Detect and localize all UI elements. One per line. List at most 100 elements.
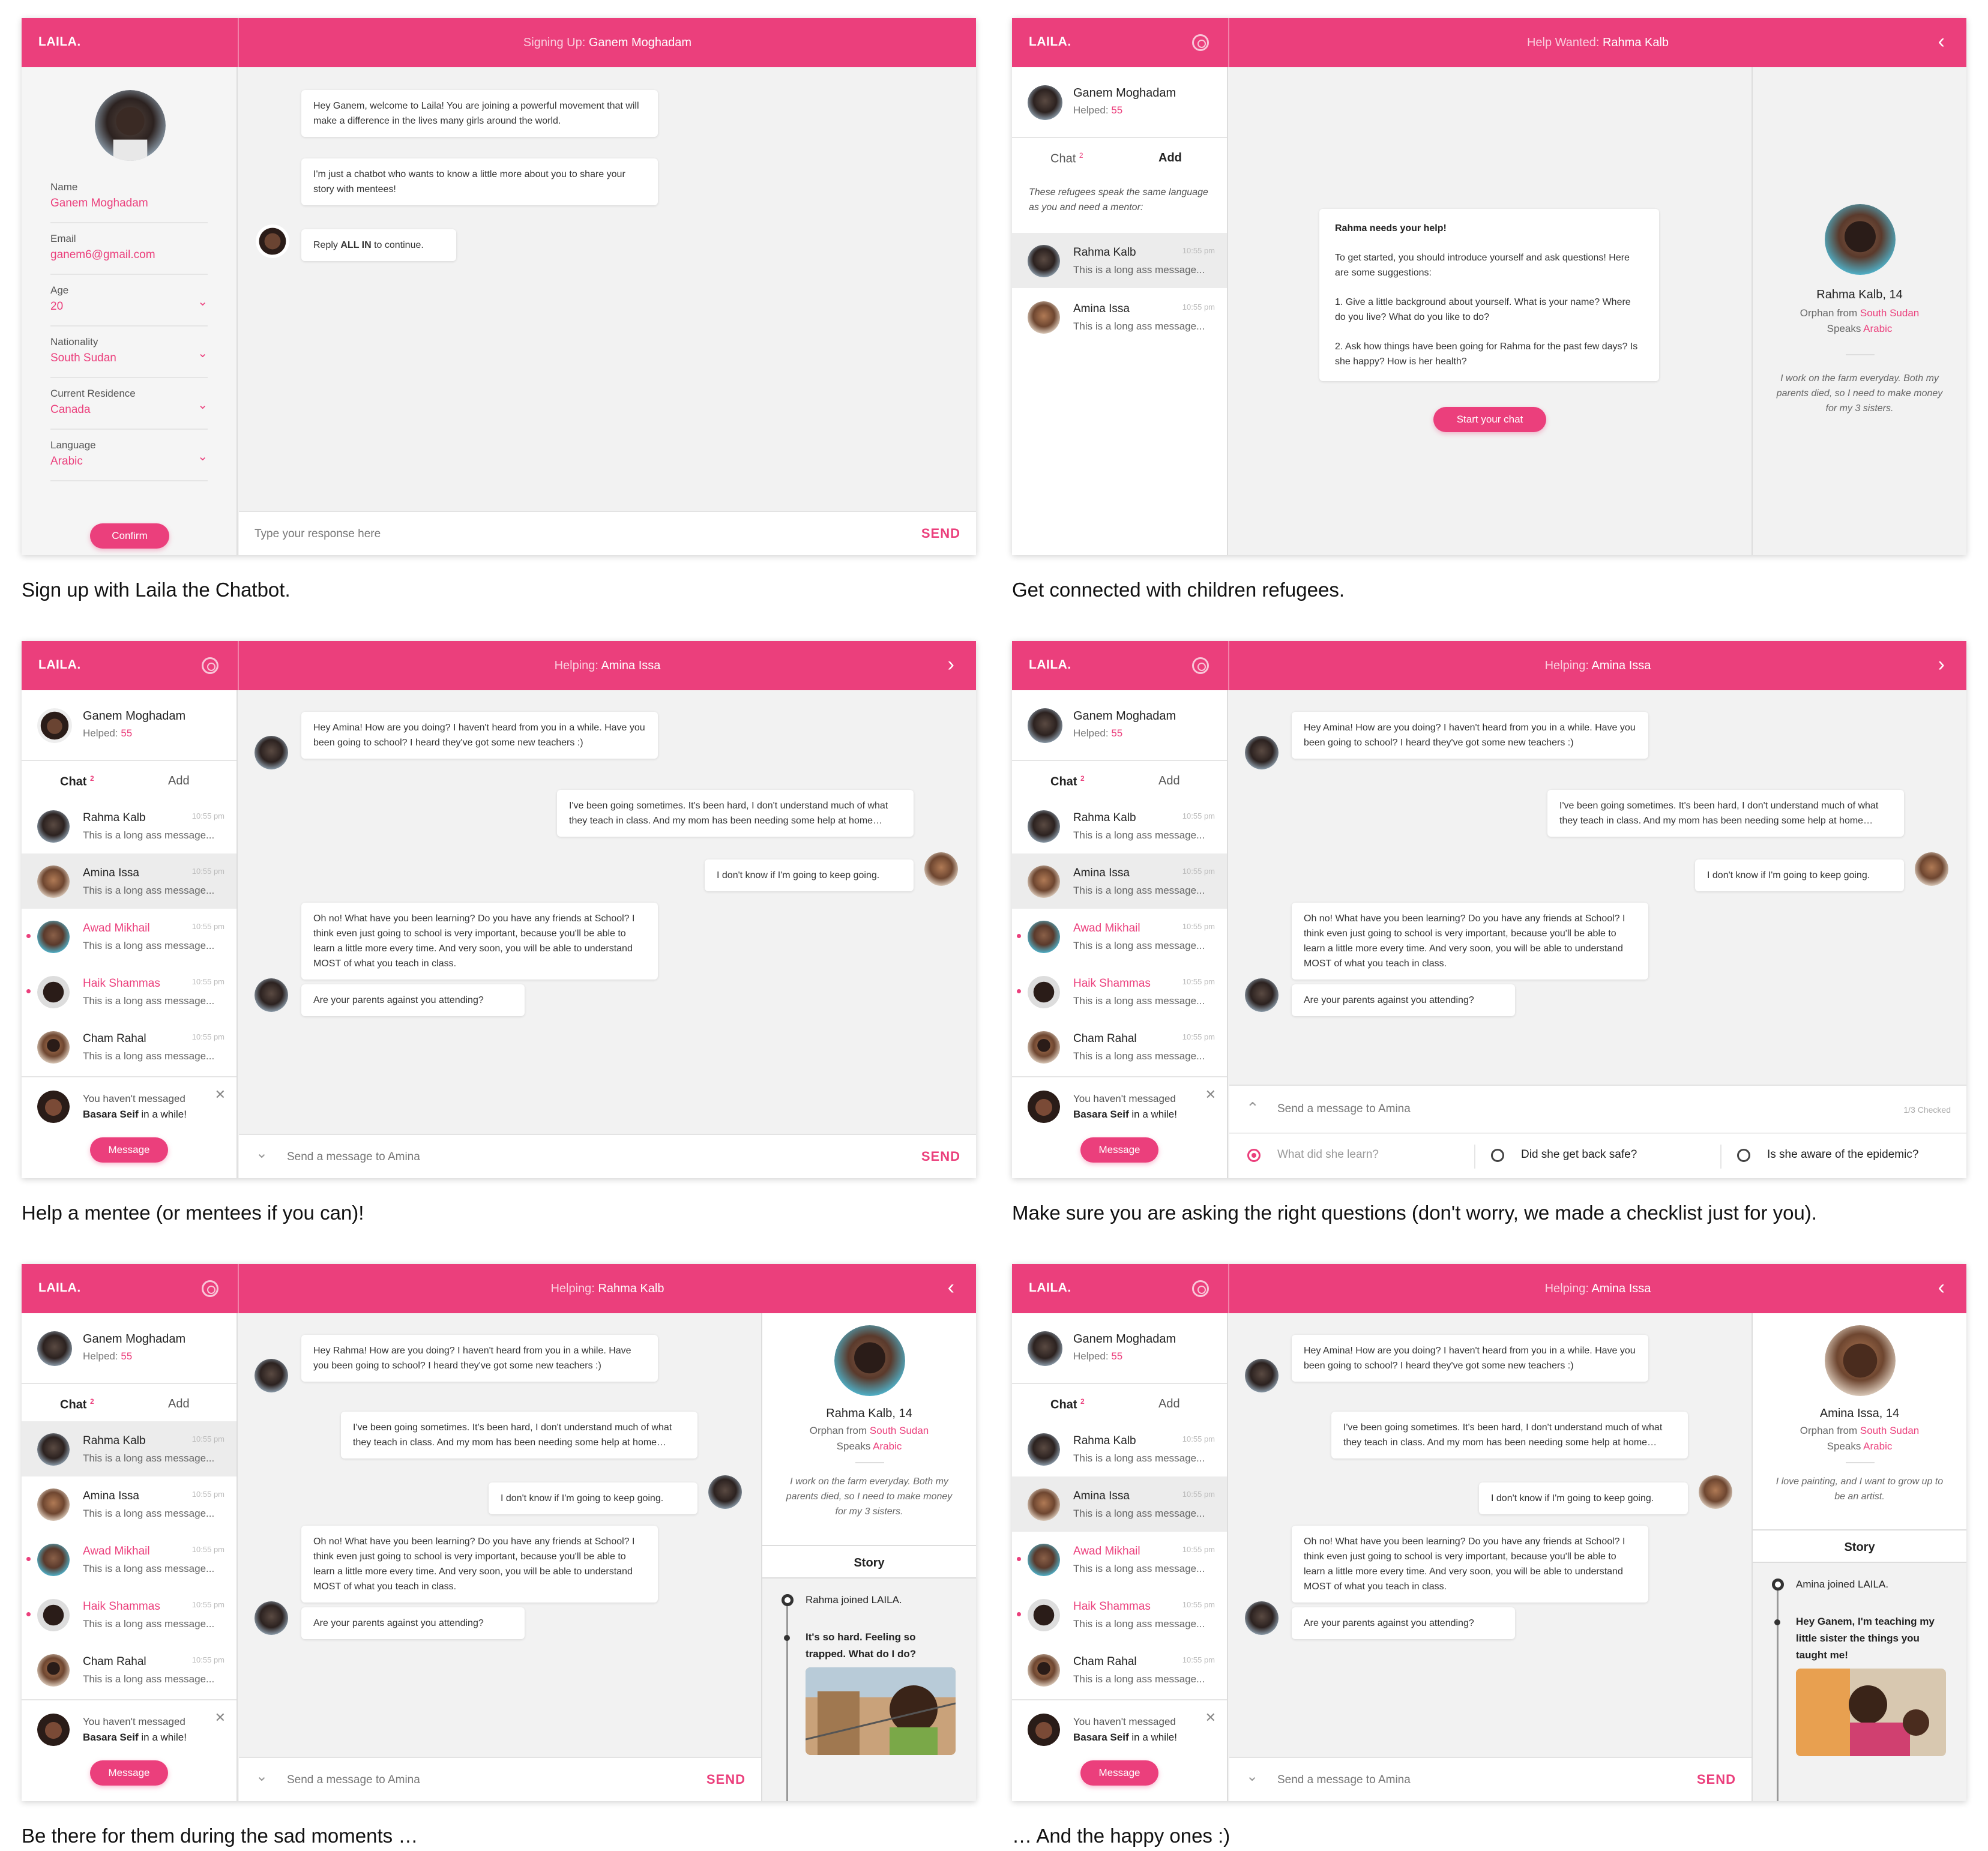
my-profile[interactable]: Ganem Moghadam Helped: 55	[22, 1313, 236, 1384]
send-button[interactable]: SEND	[1697, 1772, 1736, 1787]
my-profile[interactable]: Ganem Moghadam Helped: 55	[1012, 690, 1227, 761]
message-button[interactable]: Message	[90, 1137, 168, 1163]
gear-icon[interactable]	[1192, 657, 1209, 674]
chevron-right-icon[interactable]: ›	[948, 654, 954, 675]
nationality-select[interactable]: Nationality South Sudan ⌄	[50, 336, 208, 378]
age-select[interactable]: Age 20 ⌄	[50, 284, 208, 327]
conv-rahma[interactable]: Rahma Kalb 10:55 pm This is a long ass mes…	[22, 1421, 236, 1476]
chevron-up-icon[interactable]: ⌃	[1246, 1099, 1259, 1118]
conv-rahma[interactable]: Rahma Kalb 10:55 pm This is a long ass m…	[1012, 233, 1227, 288]
check-learned-radio[interactable]	[1247, 1149, 1261, 1162]
my-profile[interactable]: Ganem Moghadam Helped: 55	[1012, 67, 1227, 138]
conv-rahma[interactable]: Rahma Kalb 10:55 pm This is a long ass mes…	[1012, 798, 1227, 853]
conv-cham[interactable]: Cham Rahal 10:55 pm This is a long ass mes…	[1012, 1019, 1227, 1074]
conv-amina[interactable]: Amina Issa 10:55 pm This is a long ass m…	[1012, 289, 1227, 345]
message-input[interactable]: ⌃ Send a message to Amina 1/3 Checked	[1229, 1086, 1966, 1134]
mentee-origin: Orphan from South Sudan	[1800, 307, 1920, 319]
message-input[interactable]: ⌄ Send a message to Amina SEND	[1229, 1757, 1752, 1801]
chevron-right-icon[interactable]: ›	[1938, 654, 1945, 675]
message-button[interactable]: Message	[90, 1760, 168, 1786]
start-chat-button[interactable]: Start your chat	[1433, 407, 1546, 432]
conv-haik[interactable]: Haik Shammas 10:55 pm This is a long ass m…	[1012, 964, 1227, 1019]
conv-awad[interactable]: Awad Mikhail 10:55 pm This is a long ass m…	[22, 909, 236, 964]
avatar	[1028, 245, 1060, 277]
avatar	[37, 1091, 70, 1123]
check-epidemic-radio[interactable]	[1737, 1149, 1750, 1162]
tab-chat[interactable]: Chat 2	[1050, 1397, 1085, 1412]
avatar	[37, 976, 70, 1008]
residence-select[interactable]: Current Residence Canada ⌄	[50, 388, 208, 430]
conv-cham[interactable]: Cham Rahal 10:55 pm This is a long ass mes…	[22, 1642, 236, 1697]
tab-add[interactable]: Add	[1158, 151, 1182, 165]
conv-haik[interactable]: Haik Shammas 10:55 pm This is a long ass m…	[22, 964, 236, 1019]
chevron-left-icon[interactable]: ‹	[948, 1277, 954, 1298]
mentee-language: Speaks Arabic	[1827, 323, 1893, 334]
chevron-down-icon[interactable]: ⌄	[256, 1145, 268, 1162]
conv-name: Rahma Kalb	[83, 811, 146, 824]
tab-add[interactable]: Add	[1158, 774, 1180, 788]
conv-rahma[interactable]: Rahma Kalb 10:55 pm This is a long ass mes…	[22, 798, 236, 853]
conv-amina[interactable]: Amina Issa 10:55 pm This is a long ass mes…	[1012, 853, 1227, 909]
send-button[interactable]: SEND	[921, 1149, 960, 1164]
helped-count: Helped: 55	[83, 727, 133, 739]
message-input[interactable]: ⌄ Send a message to Amina SEND	[239, 1134, 976, 1178]
conv-awad[interactable]: Awad Mikhail 10:55 pm This is a long ass m…	[22, 1532, 236, 1587]
name-field[interactable]: Name Ganem Moghadam	[50, 181, 208, 223]
story-photo[interactable]	[806, 1667, 956, 1755]
conv-cham[interactable]: Cham Rahal 10:55 pm This is a long ass mes…	[1012, 1642, 1227, 1697]
chevron-down-icon[interactable]: ⌄	[256, 1768, 268, 1785]
chevron-left-icon[interactable]: ‹	[1938, 31, 1945, 52]
conv-haik[interactable]: Haik Shammas 10:55 pm This is a long ass m…	[1012, 1587, 1227, 1642]
mentee-name: Amina Issa, 14	[1819, 1407, 1900, 1420]
tab-chat[interactable]: Chat 2	[60, 1397, 94, 1412]
conv-cham[interactable]: Cham Rahal 10:55 pm This is a long ass mes…	[22, 1019, 236, 1074]
close-icon[interactable]: ✕	[1205, 1087, 1216, 1103]
avatar	[37, 921, 70, 953]
conv-rahma[interactable]: Rahma Kalb 10:55 pm This is a long ass mes…	[1012, 1421, 1227, 1476]
send-button[interactable]: SEND	[921, 526, 960, 541]
language-select[interactable]: Language Arabic ⌄	[50, 439, 208, 481]
chevron-left-icon[interactable]: ‹	[1938, 1277, 1945, 1298]
conv-preview: This is a long ass message...	[83, 1618, 215, 1630]
check-safe-radio[interactable]	[1491, 1149, 1504, 1162]
tab-add[interactable]: Add	[168, 774, 190, 788]
close-icon[interactable]: ✕	[215, 1087, 226, 1103]
my-profile[interactable]: Ganem Moghadam Helped: 55	[22, 690, 236, 761]
gear-icon[interactable]	[1192, 1280, 1209, 1297]
email-field[interactable]: Email ganem6@gmail.com	[50, 233, 208, 275]
caption: Sign up with Laila the Chatbot.	[22, 579, 291, 601]
conv-amina[interactable]: Amina Issa 10:55 pm This is a long ass mes…	[22, 1476, 236, 1532]
message-button[interactable]: Message	[1080, 1760, 1158, 1786]
conv-time: 10:55 pm	[1182, 1600, 1215, 1609]
field-label: Email	[50, 233, 76, 244]
bot-message: I'm just a chatbot who wants to know a l…	[301, 158, 658, 205]
story-photo[interactable]	[1796, 1669, 1946, 1756]
chevron-down-icon[interactable]: ⌄	[1246, 1768, 1258, 1785]
conv-preview: This is a long ass message...	[1073, 1673, 1205, 1685]
gear-icon[interactable]	[1192, 34, 1209, 51]
tab-chat[interactable]: Chat 2	[60, 774, 94, 789]
unread-dot	[26, 1612, 31, 1616]
message-input[interactable]: ⌄ Send a message to Amina SEND	[239, 1757, 761, 1801]
send-button[interactable]: SEND	[706, 1772, 746, 1787]
message-button[interactable]: Message	[1080, 1137, 1158, 1163]
conv-awad[interactable]: Awad Mikhail 10:55 pm This is a long ass m…	[1012, 909, 1227, 964]
tab-add[interactable]: Add	[168, 1397, 190, 1411]
conv-amina[interactable]: Amina Issa 10:55 pm This is a long ass mes…	[1012, 1476, 1227, 1532]
panel-sad-moments: LAILA. Helping: Rahma Kalb ‹ Ganem Mogha…	[22, 1264, 976, 1801]
conv-amina[interactable]: Amina Issa 10:55 pm This is a long ass mes…	[22, 853, 236, 909]
confirm-button[interactable]: Confirm	[90, 523, 169, 549]
conv-haik[interactable]: Haik Shammas 10:55 pm This is a long ass m…	[22, 1587, 236, 1642]
my-profile[interactable]: Ganem Moghadam Helped: 55	[1012, 1313, 1227, 1384]
close-icon[interactable]: ✕	[215, 1710, 226, 1726]
tab-chat[interactable]: Chat 2	[1050, 151, 1083, 166]
panel-happy-moments: LAILA. Helping: Amina Issa ‹ Ganem Mogha…	[1012, 1264, 1966, 1801]
gear-icon[interactable]	[202, 1280, 218, 1297]
tab-add[interactable]: Add	[1158, 1397, 1180, 1411]
gear-icon[interactable]	[202, 657, 218, 674]
response-input[interactable]: Type your response here SEND	[239, 511, 976, 555]
close-icon[interactable]: ✕	[1205, 1710, 1216, 1726]
conv-awad[interactable]: Awad Mikhail 10:55 pm This is a long ass m…	[1012, 1532, 1227, 1587]
tab-chat[interactable]: Chat 2	[1050, 774, 1085, 789]
reminder-text: Basara Seif in a while!	[1073, 1732, 1177, 1743]
